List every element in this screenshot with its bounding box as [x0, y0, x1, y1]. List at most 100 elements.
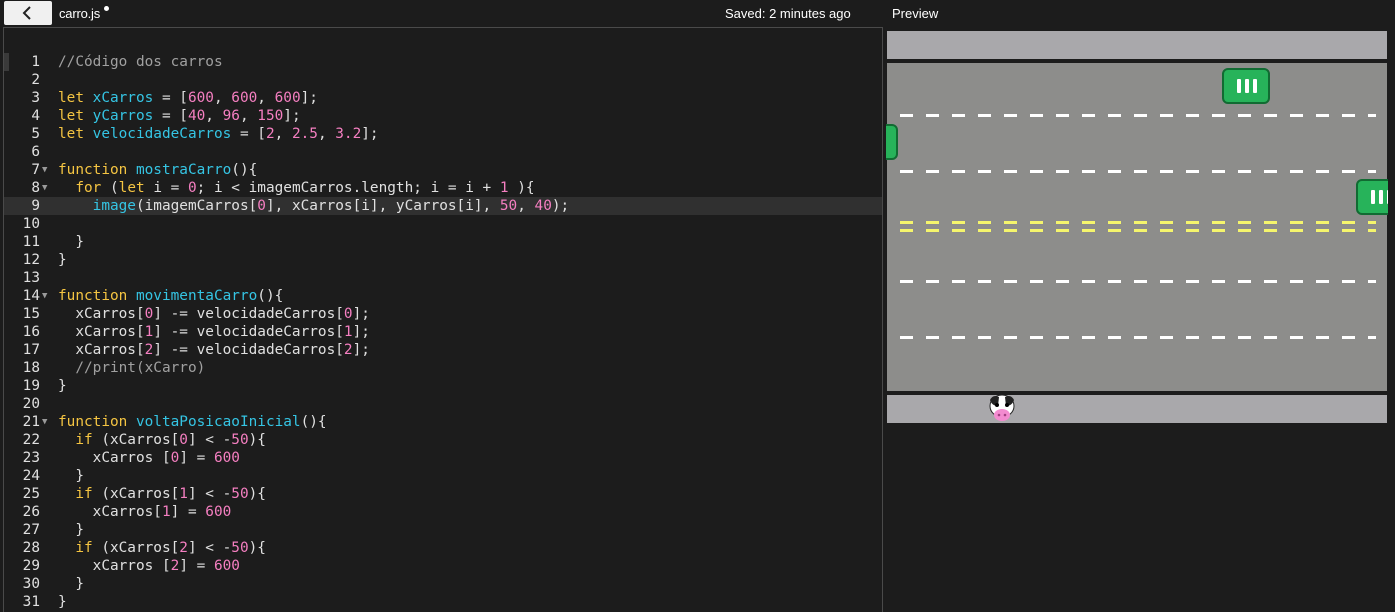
file-name-tab[interactable]: carro.js	[59, 6, 100, 21]
code-text: xCarros [0] = 600	[58, 449, 240, 467]
code-token: 600	[213, 450, 240, 466]
code-line[interactable]: 29 xCarros [2] = 600	[4, 557, 882, 575]
code-line[interactable]: 27 }	[4, 521, 882, 539]
code-text: let xCarros = [600, 600, 600];	[58, 89, 318, 107]
code-line[interactable]: 21 ▼ function voltaPosicaoInicial(){	[4, 413, 882, 431]
code-line[interactable]: 25 if (xCarros[1] < -50){	[4, 485, 882, 503]
cow-sprite	[989, 394, 1015, 421]
code-line[interactable]: 1 //Código dos carros	[4, 53, 882, 71]
code-line[interactable]: 24 }	[4, 467, 882, 485]
code-line[interactable]: 9 image(imagemCarros[0], xCarros[i], yCa…	[4, 197, 882, 215]
code-line[interactable]: 11 }	[4, 233, 882, 251]
fold-toggle-icon[interactable]: ▼	[42, 161, 47, 179]
code-token: xCarros[	[58, 504, 162, 520]
code-line[interactable]: 3 let xCarros = [600, 600, 600];	[4, 89, 882, 107]
code-token: for	[75, 180, 102, 196]
code-token: velocidadeCarros	[92, 126, 232, 142]
line-number: 8	[31, 180, 40, 196]
code-line[interactable]: 31}	[4, 593, 882, 611]
code-token: 0	[187, 180, 197, 196]
lane-marking	[900, 280, 1376, 283]
line-number: 1	[31, 54, 40, 70]
code-token: 1	[161, 504, 171, 520]
code-token: //print(xCarro)	[58, 360, 206, 376]
preview-canvas[interactable]	[886, 30, 1388, 424]
car-sprite	[1222, 68, 1270, 104]
code-text: xCarros[1] -= velocidadeCarros[1];	[58, 323, 370, 341]
code-line[interactable]: 30 }	[4, 575, 882, 593]
code-line[interactable]: 14 ▼ function movimentaCarro(){	[4, 287, 882, 305]
line-number: 24	[22, 468, 40, 484]
code-text: xCarros [2] = 600	[58, 557, 240, 575]
code-token: ] < -	[187, 486, 232, 502]
lane-marking	[900, 170, 1376, 173]
line-number: 7	[31, 162, 40, 178]
code-line[interactable]: 15 xCarros[0] -= velocidadeCarros[0];	[4, 305, 882, 323]
code-token: function	[58, 288, 136, 304]
code-text: xCarros[1] = 600	[58, 503, 232, 521]
code-token: if	[75, 540, 93, 556]
code-line[interactable]: 28 if (xCarros[2] < -50){	[4, 539, 882, 557]
code-token: 2	[265, 126, 275, 142]
code-token: ] -= velocidadeCarros[	[153, 306, 344, 322]
code-line[interactable]: 8 ▼ for (let i = 0; i < imagemCarros.leng…	[4, 179, 882, 197]
line-number: 26	[22, 504, 40, 520]
code-token: movimentaCarro	[135, 288, 258, 304]
code-text: if (xCarros[2] < -50){	[58, 539, 266, 557]
code-editor[interactable]: 1//Código dos carros 2 3 let xCarros = [600…	[3, 27, 883, 612]
code-token: ];	[352, 324, 370, 340]
code-token: image	[92, 198, 136, 214]
code-line[interactable]: 13	[4, 269, 882, 287]
code-token: }	[58, 468, 84, 484]
code-line[interactable]: 20	[4, 395, 882, 413]
code-text: }	[58, 575, 84, 593]
code-token: 600	[274, 90, 301, 106]
code-text: let velocidadeCarros = [2, 2.5, 3.2];	[58, 125, 379, 143]
code-line[interactable]: 5 let velocidadeCarros = [2, 2.5, 3.2];	[4, 125, 882, 143]
code-line[interactable]: 19}	[4, 377, 882, 395]
code-token: 2	[170, 558, 180, 574]
code-line[interactable]: 23 xCarros [0] = 600	[4, 449, 882, 467]
code-token: ,	[317, 126, 336, 142]
code-token: ] -= velocidadeCarros[	[153, 342, 344, 358]
code-token: 40	[534, 198, 552, 214]
code-line[interactable]: 6	[4, 143, 882, 161]
line-number: 4	[31, 108, 40, 124]
code-line[interactable]: 10	[4, 215, 882, 233]
code-token: ; i < imagemCarros.length; i = i +	[196, 180, 500, 196]
line-number: 13	[22, 270, 40, 286]
fold-toggle-icon[interactable]: ▼	[42, 413, 47, 431]
line-number: 10	[22, 216, 40, 232]
code-line[interactable]: 7 ▼ function mostraCarro(){	[4, 161, 882, 179]
fold-toggle-icon[interactable]: ▼	[42, 179, 47, 197]
code-token: 50	[231, 540, 249, 556]
code-line[interactable]: 22 if (xCarros[0] < -50){	[4, 431, 882, 449]
line-number: 18	[22, 360, 40, 376]
back-button[interactable]	[4, 1, 52, 25]
code-token: xCarros	[92, 90, 154, 106]
lane-marking-yellow	[900, 221, 1376, 224]
line-number: 12	[22, 252, 40, 268]
code-token: ], xCarros[i], yCarros[i],	[265, 198, 500, 214]
code-text: if (xCarros[0] < -50){	[58, 431, 266, 449]
code-text: function mostraCarro(){	[58, 161, 257, 179]
code-token: xCarros [	[58, 558, 171, 574]
code-line[interactable]: 12}	[4, 251, 882, 269]
code-line[interactable]: 17 xCarros[2] -= velocidadeCarros[2];	[4, 341, 882, 359]
code-line[interactable]: 16 xCarros[1] -= velocidadeCarros[1];	[4, 323, 882, 341]
line-number: 5	[31, 126, 40, 142]
code-token: }	[58, 594, 67, 610]
code-line[interactable]: 26 xCarros[1] = 600	[4, 503, 882, 521]
line-number: 20	[22, 396, 40, 412]
code-token: xCarros[	[58, 306, 145, 322]
fold-toggle-icon[interactable]: ▼	[42, 287, 47, 305]
code-text: image(imagemCarros[0], xCarros[i], yCarr…	[58, 197, 570, 215]
code-token: 50	[231, 486, 249, 502]
code-line[interactable]: 18 //print(xCarro)	[4, 359, 882, 377]
car-sprite	[1356, 179, 1388, 215]
code-line[interactable]: 4 let yCarros = [40, 96, 150];	[4, 107, 882, 125]
code-line[interactable]: 2	[4, 71, 882, 89]
car-sprite	[886, 124, 898, 160]
